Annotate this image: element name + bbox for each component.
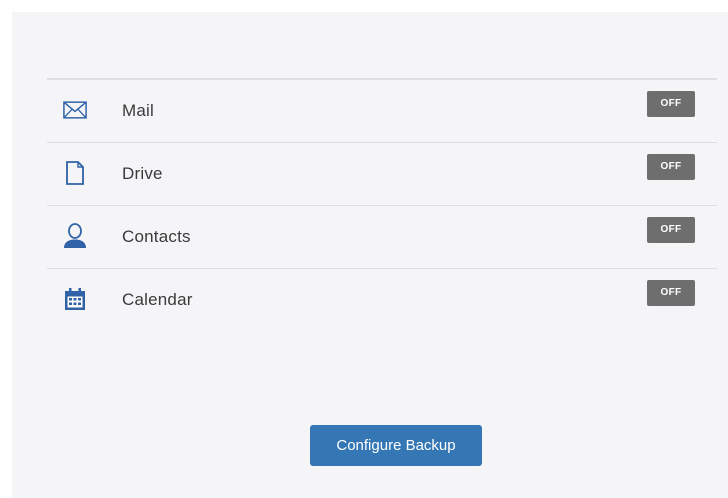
service-label-drive: Drive (122, 164, 163, 183)
document-icon (63, 161, 87, 185)
service-row-drive: Drive OFF (47, 143, 717, 206)
service-row-calendar: Calendar OFF (47, 269, 717, 332)
service-label-contacts: Contacts (122, 227, 191, 246)
service-label-mail: Mail (122, 101, 154, 120)
service-row-contacts: Contacts OFF (47, 206, 717, 269)
mail-toggle[interactable]: OFF (647, 91, 695, 117)
calendar-icon (63, 287, 87, 311)
configure-backup-button[interactable]: Configure Backup (310, 425, 482, 466)
mail-icon (63, 98, 87, 122)
contacts-toggle[interactable]: OFF (647, 217, 695, 243)
service-list: Mail OFF Drive OFF Contacts OFF Calendar… (47, 78, 717, 332)
calendar-toggle[interactable]: OFF (647, 280, 695, 306)
service-label-calendar: Calendar (122, 290, 193, 309)
backup-panel: Mail OFF Drive OFF Contacts OFF Calendar… (12, 12, 728, 498)
service-row-mail: Mail OFF (47, 80, 717, 143)
drive-toggle[interactable]: OFF (647, 154, 695, 180)
contact-icon (63, 223, 87, 248)
